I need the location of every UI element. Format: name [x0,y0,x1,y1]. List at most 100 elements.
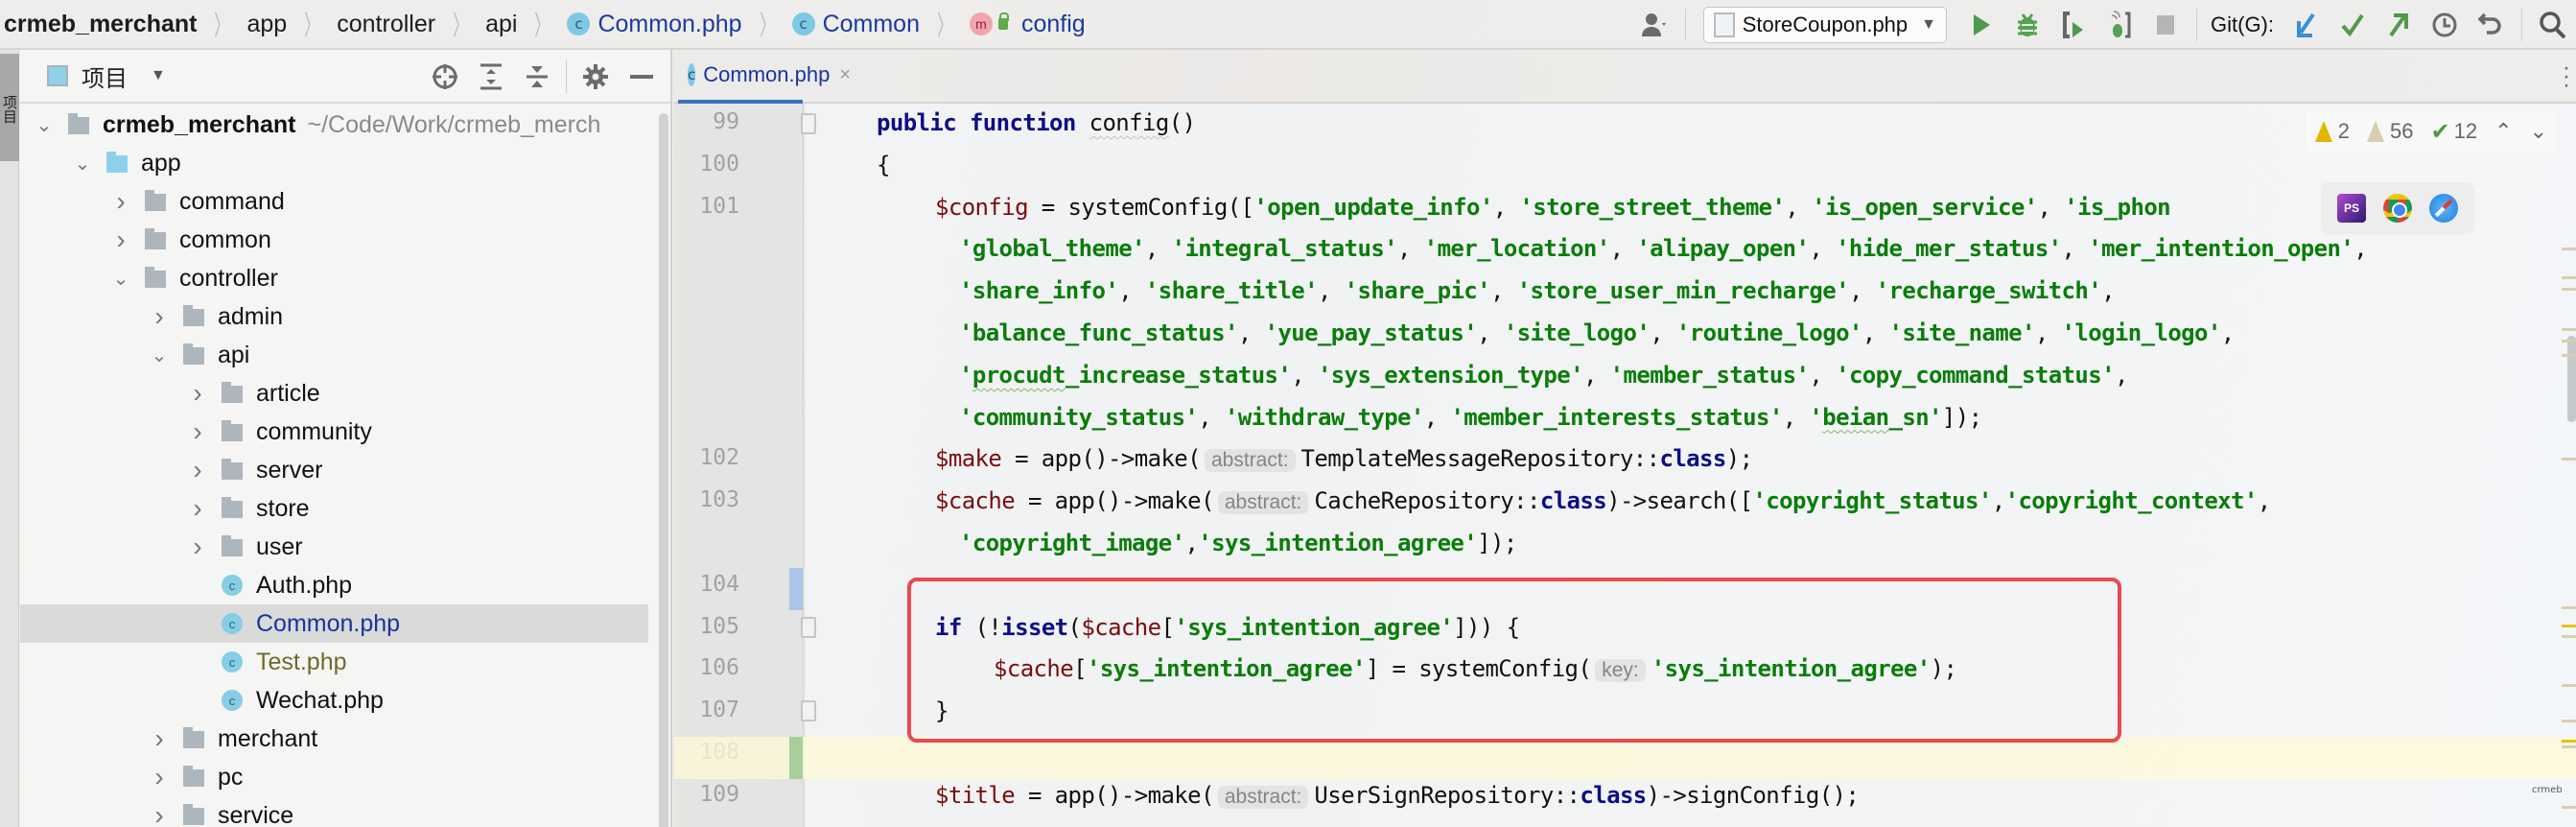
chevron-down-icon[interactable]: ⌄ [70,152,95,176]
chevron-down-icon[interactable]: ⌄ [32,113,57,137]
attach-debugger-icon[interactable] [2103,9,2136,41]
expand-all-icon[interactable] [474,59,508,94]
tree-item[interactable]: ⌄ controller [20,259,672,297]
error-stripe-mark[interactable] [2562,806,2576,809]
code-line[interactable]: 'copyright_image','sys_intention_agree']… [959,530,1517,556]
more-tabs-icon[interactable]: · · · [2563,57,2570,97]
previous-highlight-icon[interactable]: ⌃ [2494,119,2512,144]
error-stripe-mark[interactable] [2562,248,2576,250]
error-stripe-mark[interactable] [2562,328,2576,331]
tab-common-php[interactable]: c Common.php × [678,50,851,104]
breadcrumb-item[interactable]: controller [337,11,435,38]
error-stripe-mark[interactable] [2562,458,2576,461]
code-line[interactable]: 'procudt_increase_status', 'sys_extensio… [959,362,2128,389]
tree-item[interactable]: › command [20,182,672,221]
git-push-icon[interactable] [2382,9,2415,41]
code-line[interactable]: 'share_info', 'share_title', 'share_pic'… [959,277,2116,304]
project-panel-title[interactable]: 项目 [82,59,128,93]
tree-item[interactable]: › common [20,221,672,259]
tree-item[interactable]: › article [20,374,672,413]
inspection-widget[interactable]: 2 56 ✔ 12 ⌃ ⌄ [2305,111,2557,152]
chevron-right-icon[interactable]: › [185,493,210,524]
error-stripe-mark[interactable] [2562,683,2576,687]
run-with-coverage-icon[interactable] [2057,9,2090,41]
next-highlight-icon[interactable]: ⌄ [2530,119,2547,144]
run-icon[interactable] [1965,9,1998,41]
tree-item[interactable]: › user [20,528,672,566]
breadcrumb-item[interactable]: c Common.php [567,11,742,38]
phpstorm-icon[interactable]: PS [2337,194,2366,223]
chevron-right-icon[interactable]: › [147,800,172,827]
collapse-all-icon[interactable] [520,59,554,94]
chevron-right-icon[interactable]: › [147,762,172,792]
breadcrumb-item[interactable]: app [247,11,288,38]
breadcrumb-item[interactable]: api [485,11,517,38]
chrome-icon[interactable] [2383,194,2412,223]
locate-file-icon[interactable] [428,59,462,94]
tree-item[interactable]: c Test.php [20,643,672,681]
tree-item[interactable]: ⌄ api [20,336,672,374]
chevron-right-icon[interactable]: › [185,378,210,409]
error-stripe-mark[interactable] [2562,288,2576,291]
error-stripe-mark[interactable] [2562,354,2576,357]
debug-icon[interactable] [2011,9,2044,41]
fold-end-marker-icon[interactable] [801,700,816,721]
chevron-right-icon[interactable]: › [108,224,133,255]
breadcrumb-item[interactable]: c Common [791,11,920,38]
safari-icon[interactable] [2429,194,2458,223]
fold-marker-icon[interactable] [801,113,816,134]
git-commit-icon[interactable] [2336,9,2369,41]
chevron-right-icon[interactable]: › [185,455,210,485]
git-update-icon[interactable] [2290,9,2323,41]
tree-item[interactable]: › server [20,451,672,489]
history-icon[interactable] [2428,9,2461,41]
run-configuration-dropdown[interactable]: StoreCoupon.php ▼ [1702,7,1947,43]
code-line[interactable]: 'community_status', 'withdraw_type', 'me… [959,404,1982,431]
tree-item[interactable]: › pc [20,758,672,796]
error-stripe-mark[interactable] [2562,605,2576,609]
tree-item[interactable]: c Wechat.php [20,681,672,720]
tree-item[interactable]: ⌄ app [20,144,672,182]
tree-item[interactable]: c Common.php [20,604,648,643]
error-stripe-mark[interactable] [2562,276,2576,279]
fold-marker-icon[interactable] [801,617,816,638]
code-line[interactable]: 'global_theme', 'integral_status', 'mer_… [959,235,2368,262]
tree-item[interactable]: › admin [20,297,672,336]
tree-item[interactable]: › community [20,413,672,451]
code-line[interactable]: 'balance_func_status', 'yue_pay_status',… [959,319,2235,346]
error-stripe-mark[interactable] [2562,625,2576,627]
code-line[interactable]: $cache = app()->make(abstract: CacheRepos… [935,487,2271,515]
editor-scrollbar[interactable] [2567,336,2576,422]
hide-panel-icon[interactable] [624,59,659,94]
gear-icon[interactable] [578,59,613,94]
tree-item[interactable]: ⌄ crmeb_merchant ~/Code/Work/crmeb_merch [20,106,672,144]
tree-item[interactable]: c Auth.php [20,566,672,604]
chevron-down-icon[interactable]: ▼ [151,67,166,84]
tree-item[interactable]: › store [20,489,672,528]
close-icon[interactable]: × [839,64,851,86]
error-stripe-mark[interactable] [2562,720,2576,722]
chevron-right-icon[interactable]: › [185,532,210,562]
code-line[interactable]: public function config() [877,109,1196,136]
chevron-right-icon[interactable]: › [147,723,172,754]
chevron-right-icon[interactable]: › [108,186,133,217]
error-stripe-mark[interactable] [2562,745,2576,748]
code-line[interactable]: { [877,152,890,178]
code-line[interactable]: $config = systemConfig(['open_update_inf… [935,194,2171,221]
error-stripe-mark[interactable] [2562,740,2576,743]
tree-item[interactable]: › merchant [20,720,672,758]
tree-item[interactable]: › service [20,796,672,827]
chevron-down-icon[interactable]: ⌄ [108,267,133,291]
error-stripe-mark[interactable] [2562,340,2576,343]
breadcrumb-item[interactable]: m config [970,11,1086,38]
user-account-icon[interactable] [1638,9,1671,41]
error-stripe-mark[interactable] [2562,634,2576,638]
code-line[interactable]: $make = app()->make(abstract: TemplateMes… [935,445,1753,473]
rollback-icon[interactable] [2474,9,2507,41]
project-tree-scrollbar[interactable] [659,113,668,827]
chevron-down-icon[interactable]: ⌄ [147,343,172,367]
chevron-right-icon[interactable]: › [185,416,210,447]
project-tool-window-button[interactable]: 项目 [0,54,19,161]
stop-icon[interactable] [2149,9,2182,41]
code-line[interactable]: $title = app()->make(abstract: UserSignRe… [935,782,1860,809]
